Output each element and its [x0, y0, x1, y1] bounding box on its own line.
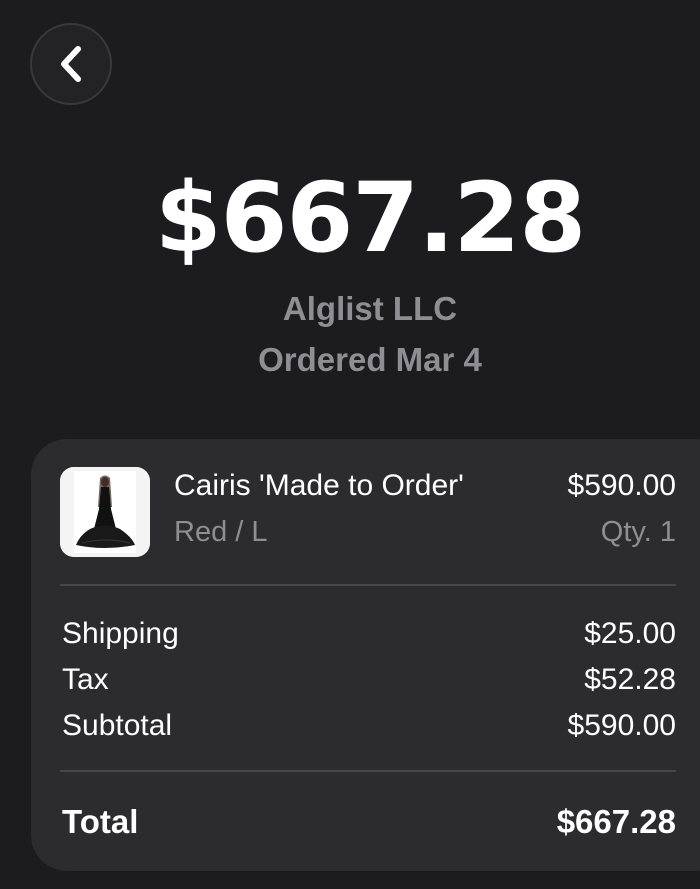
tax-value: $52.28: [584, 663, 676, 696]
shipping-value: $25.00: [584, 617, 676, 650]
chevron-left-icon: [61, 46, 81, 82]
total-label: Total: [62, 803, 139, 840]
total-value: $667.28: [556, 803, 676, 840]
dress-product-image[interactable]: [60, 467, 150, 557]
item-name: Cairis 'Made to Order': [174, 469, 464, 502]
order-summary-card: Cairis 'Made to Order' Red / L $590.00 Q…: [31, 439, 700, 871]
tax-label: Tax: [62, 663, 109, 696]
subtotal-label: Subtotal: [62, 709, 173, 742]
merchant-name: Alglist LLC: [282, 290, 458, 327]
subtotal-value: $590.00: [567, 709, 676, 742]
product-thumbnail-graphic: [60, 467, 150, 557]
item-quantity: Qty. 1: [600, 516, 676, 548]
order-date: Ordered Mar 4: [258, 341, 482, 378]
item-variant: Red / L: [174, 516, 268, 548]
divider: [60, 584, 676, 586]
item-price: $590.00: [567, 469, 676, 502]
back-button[interactable]: [30, 23, 112, 105]
divider: [60, 770, 676, 772]
order-detail-screen: $667.28 Alglist LLC Ordered Mar 4 Cairis…: [0, 0, 700, 889]
order-amount: $667.28: [154, 162, 586, 274]
shipping-label: Shipping: [62, 617, 179, 650]
